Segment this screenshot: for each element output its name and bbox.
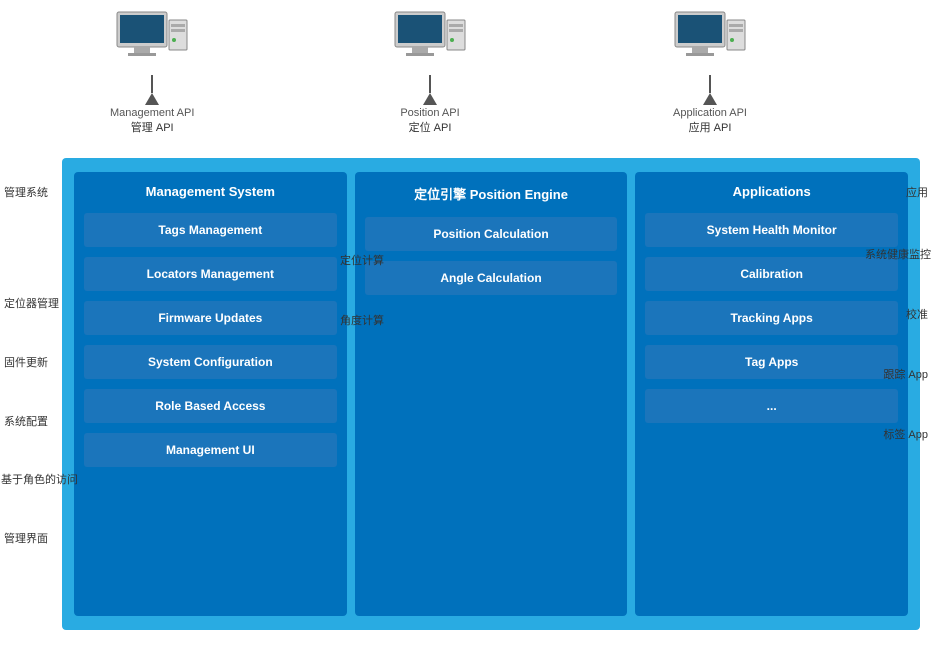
computer-application: Application API 应用 API <box>670 10 750 135</box>
diagram-container: Management API 管理 API Position API 定位 AP… <box>0 0 932 655</box>
btn-tracking-apps[interactable]: Tracking Apps <box>645 301 898 335</box>
panel-position-title: 定位引擎 Position Engine <box>365 184 618 203</box>
computer-icon-position <box>390 10 470 75</box>
api-label-en-application: Application API <box>673 107 747 119</box>
right-label-tag-apps: 标签 App <box>883 426 928 442</box>
left-label-firmware: 固件更新 <box>4 354 48 370</box>
api-label-en-position: Position API <box>400 107 459 119</box>
computer-icon-management <box>112 10 192 75</box>
middle-label-pos-calc: 定位计算 <box>340 252 384 268</box>
computer-management: Management API 管理 API <box>110 10 194 135</box>
btn-angle-calculation[interactable]: Angle Calculation <box>365 261 618 295</box>
panel-management: Management System Tags Management Locato… <box>74 172 347 616</box>
panel-applications: Applications System Health Monitor Calib… <box>635 172 908 616</box>
left-label-mgmt-ui: 管理界面 <box>4 530 48 546</box>
right-label-health: 系统健康监控 <box>865 246 931 262</box>
btn-locators-management[interactable]: Locators Management <box>84 257 337 291</box>
api-label-cn-position: 定位 API <box>409 119 452 135</box>
left-label-locators: 定位器管理 <box>4 295 59 311</box>
computer-icon-application <box>670 10 750 75</box>
left-label-sysconfig: 系统配置 <box>4 413 48 429</box>
btn-firmware-updates[interactable]: Firmware Updates <box>84 301 337 335</box>
arrow-management <box>145 75 159 105</box>
api-label-cn-application: 应用 API <box>689 119 732 135</box>
panel-position: 定位引擎 Position Engine Position Calculatio… <box>355 172 628 616</box>
panel-management-title: Management System <box>84 184 337 199</box>
arrow-position <box>423 75 437 105</box>
btn-tags-management[interactable]: Tags Management <box>84 213 337 247</box>
api-label-en-management: Management API <box>110 107 194 119</box>
middle-label-angle-calc: 角度计算 <box>340 312 384 328</box>
left-label-management-system: 管理系统 <box>4 184 48 200</box>
btn-management-ui[interactable]: Management UI <box>84 433 337 467</box>
left-label-rbac: 基于角色的访问 <box>1 471 78 487</box>
btn-tag-apps[interactable]: Tag Apps <box>645 345 898 379</box>
panel-applications-title: Applications <box>645 184 898 199</box>
right-label-applications: 应用 <box>906 184 928 200</box>
btn-position-calculation[interactable]: Position Calculation <box>365 217 618 251</box>
main-box: Management System Tags Management Locato… <box>62 158 920 630</box>
btn-system-health-monitor[interactable]: System Health Monitor <box>645 213 898 247</box>
btn-role-based-access[interactable]: Role Based Access <box>84 389 337 423</box>
computer-position: Position API 定位 API <box>390 10 470 135</box>
right-label-tracking: 跟踪 App <box>883 366 928 382</box>
btn-ellipsis[interactable]: ... <box>645 389 898 423</box>
api-label-cn-management: 管理 API <box>131 119 174 135</box>
btn-system-configuration[interactable]: System Configuration <box>84 345 337 379</box>
right-label-calibration: 校准 <box>906 306 928 322</box>
arrow-application <box>703 75 717 105</box>
btn-calibration[interactable]: Calibration <box>645 257 898 291</box>
